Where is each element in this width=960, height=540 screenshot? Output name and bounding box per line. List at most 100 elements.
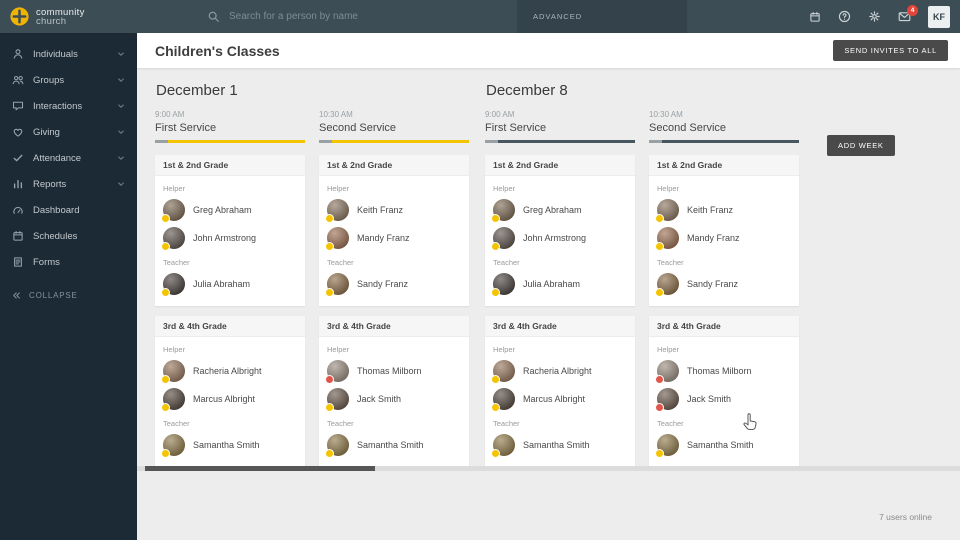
avatar (491, 388, 515, 412)
avatar (491, 273, 515, 297)
avatar (161, 227, 185, 251)
sidebar-item-interactions[interactable]: Interactions (0, 93, 137, 119)
search-bar[interactable] (207, 10, 517, 23)
sidebar-item-attendance[interactable]: Attendance (0, 145, 137, 171)
person-row[interactable]: Julia Abraham (491, 270, 627, 298)
person-row[interactable]: Keith Franz (655, 196, 791, 224)
service-progress-bar (649, 140, 799, 143)
role-label: Helper (657, 345, 680, 354)
horizontal-scrollbar[interactable] (137, 466, 960, 471)
person-row[interactable]: Samantha Smith (325, 431, 461, 459)
person-row[interactable]: Thomas Milborn (655, 357, 791, 385)
person-name: Marcus Albright (193, 394, 256, 404)
class-name: 3rd & 4th Grade (155, 316, 305, 337)
person-name: Keith Franz (687, 205, 734, 215)
service-column: 9:00 AM First Service 1st & 2nd Grade Helpe… (485, 110, 635, 477)
gear-icon[interactable] (868, 10, 881, 23)
person-row[interactable]: Greg Abraham (161, 196, 297, 224)
sidebar-item-label: Forms (33, 256, 60, 268)
sidebar-item-forms[interactable]: Forms (0, 249, 137, 275)
sidebar-collapse-button[interactable]: COLLAPSE (0, 283, 137, 308)
role-label: Helper (327, 345, 350, 354)
person-name: Thomas Milborn (687, 366, 752, 376)
help-icon[interactable] (838, 10, 851, 23)
sidebar-item-label: Schedules (33, 230, 78, 242)
person-row[interactable]: Sandy Franz (325, 270, 461, 298)
person-row[interactable]: Sandy Franz (655, 270, 791, 298)
users-online-status: 7 users online (879, 512, 932, 522)
role-label: Teacher (163, 258, 190, 267)
person-row[interactable]: Samantha Smith (491, 431, 627, 459)
service-time: 10:30 AM (649, 110, 683, 119)
role-label: Helper (657, 184, 680, 193)
person-row[interactable]: Marcus Albright (161, 385, 297, 413)
person-row[interactable]: Greg Abraham (491, 196, 627, 224)
status-badge (655, 214, 664, 223)
scrollbar-thumb[interactable] (145, 466, 375, 471)
service-name: Second Service (649, 122, 727, 134)
status-badge (655, 242, 664, 251)
schedule-content: December 1 9:00 AM First Service 1st & 2nd … (137, 68, 960, 540)
person-name: Thomas Milborn (357, 366, 422, 376)
class-name: 3rd & 4th Grade (485, 316, 635, 337)
sidebar-item-reports[interactable]: Reports (0, 171, 137, 197)
person-row[interactable]: Marcus Albright (491, 385, 627, 413)
status-badge (161, 242, 170, 251)
status-badge (655, 375, 664, 384)
advanced-button[interactable]: ADVANCED (517, 0, 687, 33)
sidebar-item-giving[interactable]: Giving (0, 119, 137, 145)
sidebar-item-label: Reports (33, 178, 67, 190)
status-badge (161, 288, 170, 297)
search-input[interactable] (229, 11, 489, 22)
add-week-button[interactable]: ADD WEEK (827, 135, 895, 156)
week-column: December 1 9:00 AM First Service 1st & 2nd … (155, 78, 469, 477)
status-badge (161, 214, 170, 223)
user-avatar[interactable]: KF (928, 5, 950, 28)
mail-icon[interactable]: 4 (898, 5, 918, 23)
send-invites-button[interactable]: SEND INVITES TO ALL (833, 40, 948, 61)
weeks-board: December 1 9:00 AM First Service 1st & 2nd … (155, 78, 960, 477)
person-name: Sandy Franz (357, 279, 409, 289)
status-badge (325, 403, 334, 412)
church-logo-icon (10, 7, 29, 26)
app-logo[interactable]: community church (0, 7, 137, 26)
role-label: Teacher (327, 419, 354, 428)
check-icon (12, 152, 24, 164)
person-row[interactable]: Keith Franz (325, 196, 461, 224)
person-row[interactable]: Racheria Albright (491, 357, 627, 385)
status-badge (325, 288, 334, 297)
person-row[interactable]: Jack Smith (325, 385, 461, 413)
person-row[interactable]: Samantha Smith (655, 431, 791, 459)
avatar (325, 227, 349, 251)
status-badge (491, 214, 500, 223)
person-row[interactable]: John Armstrong (491, 224, 627, 252)
person-name: Samantha Smith (523, 440, 590, 450)
avatar (161, 388, 185, 412)
person-row[interactable]: Racheria Albright (161, 357, 297, 385)
status-badge (325, 449, 334, 458)
class-card: 3rd & 4th Grade Helper Racheria Albright Ma… (485, 316, 635, 467)
person-row[interactable]: John Armstrong (161, 224, 297, 252)
avatar (161, 360, 185, 384)
person-row[interactable]: Samantha Smith (161, 431, 297, 459)
sidebar: Individuals Groups Interactions Giving Atten… (0, 33, 137, 540)
person-row[interactable]: Mandy Franz (655, 224, 791, 252)
notification-badge: 4 (907, 5, 918, 16)
class-name: 1st & 2nd Grade (155, 155, 305, 176)
person-name: John Armstrong (523, 233, 587, 243)
sidebar-item-groups[interactable]: Groups (0, 67, 137, 93)
class-name: 1st & 2nd Grade (319, 155, 469, 176)
class-card: 3rd & 4th Grade Helper Racheria Albright Ma… (155, 316, 305, 467)
sidebar-item-individuals[interactable]: Individuals (0, 41, 137, 67)
class-card: 1st & 2nd Grade Helper Greg Abraham John Ar… (485, 155, 635, 306)
person-name: Racheria Albright (193, 366, 262, 376)
sidebar-item-dashboard[interactable]: Dashboard (0, 197, 137, 223)
person-row[interactable]: Julia Abraham (161, 270, 297, 298)
person-row[interactable]: Mandy Franz (325, 224, 461, 252)
sidebar-item-schedules[interactable]: Schedules (0, 223, 137, 249)
person-row[interactable]: Thomas Milborn (325, 357, 461, 385)
status-badge (161, 449, 170, 458)
service-name: First Service (485, 122, 547, 134)
person-row[interactable]: Jack Smith (655, 385, 791, 413)
calendar-icon[interactable] (809, 11, 821, 23)
